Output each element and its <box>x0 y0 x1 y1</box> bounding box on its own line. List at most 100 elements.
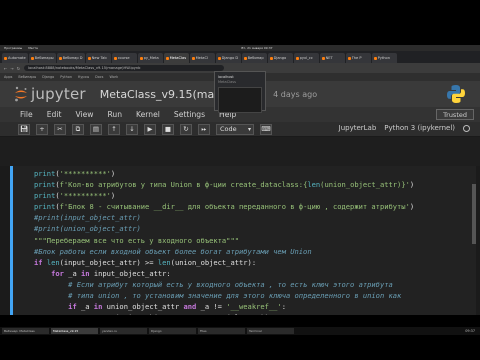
browser-tab[interactable]: Python <box>371 53 397 63</box>
browser-tab-label: Python <box>377 56 391 60</box>
browser-tab-label: Вебинар D <box>62 56 83 60</box>
code-line: if len(input_object_attr) >= len(union_o… <box>34 257 476 268</box>
bookmark-item[interactable]: Django <box>42 75 54 79</box>
browser-tab-strip: Automate Вебинары Вебинар D New Tab course py… <box>0 51 480 63</box>
menu-edit[interactable]: Edit <box>47 110 62 119</box>
taskbar-item[interactable]: MetaClass_v9.15 <box>51 328 98 334</box>
jupyter-logo-icon <box>15 86 27 102</box>
taskbar-item[interactable]: Вебинар: MetaClass <box>2 328 49 334</box>
copy-cell-button[interactable]: ⧉ <box>72 123 84 135</box>
code-token: (union_object_attr)}' <box>320 180 410 190</box>
jupyter-logo[interactable]: jupyter <box>14 85 86 103</box>
code-line: for _a in input_object_attr: <box>34 268 476 279</box>
browser-tab-label: Django <box>273 56 287 60</box>
back-icon[interactable]: ← <box>4 66 7 71</box>
menu-view[interactable]: View <box>75 110 93 119</box>
menu-run[interactable]: Run <box>107 110 122 119</box>
os-menu-apps[interactable]: Программы <box>4 46 22 50</box>
tab-favicon-icon <box>113 56 117 60</box>
bookmark-item[interactable]: Курсы <box>78 75 89 79</box>
run-button[interactable]: ▶ <box>144 123 156 135</box>
code-cell[interactable]: print('**********') print(f'Кол-во атрибу… <box>10 166 476 315</box>
code-editor[interactable]: print('**********') print(f'Кол-во атрибу… <box>34 168 476 315</box>
browser-tab[interactable]: Вебинар <box>241 53 267 63</box>
code-line: """Перебераем все что есть у входного об… <box>34 235 476 246</box>
insert-cell-button[interactable]: + <box>36 123 48 135</box>
browser-tab[interactable]: The P <box>345 53 371 63</box>
code-token: if <box>34 257 47 267</box>
notebook-area: print('**********') print(f'Кол-во атрибу… <box>0 166 480 315</box>
code-token: len <box>46 257 60 267</box>
code-token: if <box>68 302 81 312</box>
kernel-name[interactable]: Python 3 (ipykernel) <box>384 124 455 132</box>
tab-hover-title: localhost <box>218 75 234 79</box>
code-token: ) <box>409 180 415 190</box>
checkpoint-status: 4 days ago <box>273 89 318 99</box>
bookmark-item[interactable]: Вебинары <box>18 75 36 79</box>
cut-cell-button[interactable]: ✂ <box>54 123 66 135</box>
browser-tab[interactable]: Django <box>267 53 293 63</box>
taskbar-item[interactable]: Files <box>198 328 245 334</box>
browser-tab-label: NET <box>325 56 333 60</box>
trusted-badge[interactable]: Trusted <box>436 109 474 120</box>
browser-tab[interactable]: NET <box>319 53 345 63</box>
cell-selection-bar <box>10 166 13 315</box>
move-up-button[interactable]: ↑ <box>108 123 120 135</box>
cell-type-select[interactable]: Code <box>216 123 254 135</box>
menu-settings[interactable]: Settings <box>174 110 205 119</box>
browser-tab[interactable]: py_Meta <box>137 53 163 63</box>
tab-favicon-icon <box>191 56 195 60</box>
browser-tab[interactable]: Django D <box>215 53 241 63</box>
browser-tab[interactable]: MetaCl <box>189 53 215 63</box>
browser-tab-label: MetaClas <box>169 56 187 60</box>
taskbar-item[interactable]: yandex.ru <box>100 328 147 334</box>
interrupt-button[interactable]: ■ <box>162 123 174 135</box>
taskbar-item[interactable]: Terminal <box>247 328 294 334</box>
bookmark-item[interactable]: Work <box>109 75 118 79</box>
reload-icon[interactable]: ↻ <box>17 66 20 71</box>
browser-tab[interactable]: Вебинар D <box>56 53 85 63</box>
code-token: # типа union , то установим значение для… <box>68 291 402 301</box>
code-token: print <box>34 169 56 178</box>
browser-tab[interactable]: Вебинары <box>28 53 56 63</box>
scrollbar-thumb[interactable] <box>472 184 476 244</box>
bookmark-item[interactable]: Python <box>60 75 72 79</box>
browser-tab-label: Вебинары <box>34 56 54 60</box>
notebook-toolbar: 💾︎ + ✂ ⧉ ▤ ↑ ↓ ▶ ■ ↻ ⏩︎ Code ⌨ JupyterLa… <box>0 122 480 137</box>
code-token: (union_object_attr): <box>170 257 257 267</box>
menu-file[interactable]: File <box>20 110 33 119</box>
save-button[interactable]: 💾︎ <box>18 123 30 135</box>
bookmark-item[interactable]: Apps <box>4 75 12 79</box>
code-token: union_object_attr <box>106 302 184 312</box>
code-token: '**********' <box>59 169 111 178</box>
url-bar[interactable]: localhost:8888/notebooks/MetaClass_v9.15… <box>24 65 225 71</box>
jupyterlab-link[interactable]: JupyterLab <box>339 124 377 132</box>
bookmark-item[interactable]: Docs <box>95 75 103 79</box>
restart-run-all-button[interactable]: ⏩︎ <box>198 123 210 135</box>
keyboard-icon[interactable]: ⌨ <box>260 123 272 135</box>
code-token: """Перебераем все что есть у входного об… <box>34 235 239 245</box>
browser-tab[interactable]: MetaClas <box>163 53 189 63</box>
taskbar-item[interactable]: Django <box>149 328 196 334</box>
browser-tab-label: Automate <box>8 56 26 60</box>
code-line: #print(input_object_attr) <box>34 212 476 223</box>
restart-button[interactable]: ↻ <box>180 123 192 135</box>
browser-tab-label: py_Meta <box>143 56 159 60</box>
browser-tab[interactable]: New Tab <box>85 53 111 63</box>
browser-tab[interactable]: course <box>111 53 137 63</box>
os-menu-places[interactable]: Места <box>28 46 38 50</box>
code-line: print('**********') <box>34 190 476 201</box>
move-down-button[interactable]: ↓ <box>126 123 138 135</box>
tab-hover-subtitle: MetaClass <box>218 80 236 84</box>
code-token: print <box>34 202 56 212</box>
code-token: in <box>93 302 107 312</box>
code-token: print <box>34 191 56 201</box>
browser-tab-label: The P <box>351 56 362 60</box>
forward-icon[interactable]: → <box>10 66 13 71</box>
tab-favicon-icon <box>269 56 273 60</box>
code-line: print(f'Кол-во атрибутов у типа Union в … <box>34 179 476 190</box>
browser-tab[interactable]: pyxl_cc <box>293 53 319 63</box>
browser-tab[interactable]: Automate <box>2 53 28 63</box>
menu-kernel[interactable]: Kernel <box>136 110 160 119</box>
paste-cell-button[interactable]: ▤ <box>90 123 102 135</box>
